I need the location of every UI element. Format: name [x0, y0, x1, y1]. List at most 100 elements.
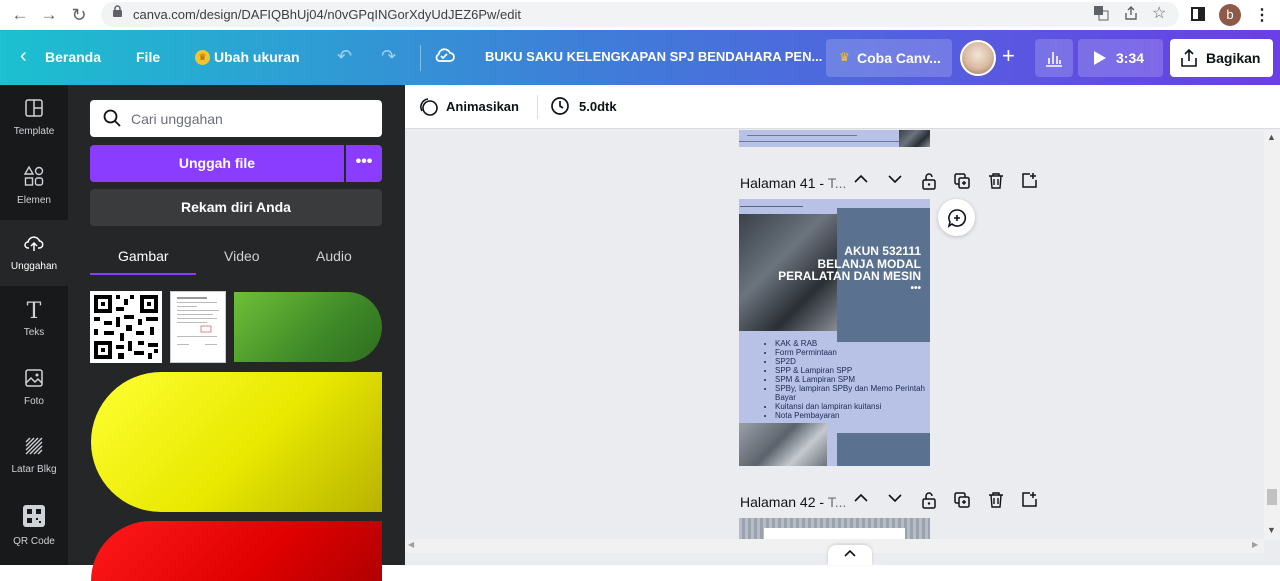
timing-button[interactable]: 5.0dtk [579, 99, 617, 114]
rail-item-qr-code[interactable]: QR Code [0, 491, 68, 557]
template-icon [0, 99, 68, 122]
forward-icon[interactable]: → [38, 4, 60, 26]
delete-page-icon[interactable] [988, 173, 1004, 193]
context-divider [537, 95, 538, 119]
page-40-preview[interactable] [739, 130, 930, 147]
upload-file-button[interactable]: Unggah file [90, 145, 344, 182]
redo-icon[interactable]: ↷ [381, 46, 396, 67]
page-42-label[interactable]: Halaman 42 - T... [740, 494, 846, 510]
move-page-down-icon[interactable] [887, 490, 903, 510]
lock-page-icon[interactable] [921, 172, 937, 194]
show-pages-toggle[interactable] [828, 545, 872, 565]
page-40-line [747, 135, 857, 136]
lock-icon [112, 5, 123, 21]
add-collaborator-icon[interactable]: + [1002, 43, 1015, 69]
scrollbar-thumb[interactable] [1267, 489, 1277, 505]
rail-label: Foto [23, 396, 44, 407]
rail-item-text[interactable]: T Teks [0, 287, 68, 353]
list-item: KAK & RAB [775, 339, 925, 348]
tab-audio[interactable]: Audio [316, 248, 352, 264]
upload-thumbnail-green-shape[interactable] [234, 292, 382, 362]
search-icon [103, 109, 121, 127]
home-link[interactable]: Beranda [45, 49, 101, 65]
cloud-saved-icon[interactable] [433, 45, 455, 68]
duplicate-page-icon[interactable] [954, 492, 970, 512]
rail-item-photos[interactable]: Foto [0, 355, 68, 421]
add-page-icon[interactable] [1021, 491, 1037, 511]
upload-thumbnail-red-shape[interactable] [91, 521, 382, 581]
add-page-icon[interactable] [1021, 172, 1037, 192]
page-41-title: AKUN 532111 BELANJA MODAL PERALATAN DAN … [739, 245, 921, 294]
move-page-up-icon[interactable] [853, 490, 869, 510]
page-40-photo [899, 130, 930, 147]
side-panel-icon[interactable] [1191, 7, 1205, 21]
lock-page-icon[interactable] [921, 491, 937, 513]
upload-thumbnail-document[interactable] [170, 291, 226, 363]
upload-thumbnail-qr[interactable] [90, 291, 162, 363]
share-label: Bagikan [1206, 50, 1261, 66]
chevron-left-icon[interactable]: ‹ [20, 45, 27, 68]
page-41-checklist: KAK & RAB Form Permintaan SP2D SPP & Lam… [775, 339, 925, 420]
upload-icon [0, 234, 68, 257]
back-icon[interactable]: ← [9, 4, 31, 26]
resize-button[interactable]: Ubah ukuran [214, 49, 300, 65]
animate-button[interactable]: Animasikan [446, 99, 519, 114]
present-duration: 3:34 [1116, 50, 1145, 66]
share-button[interactable]: Bagikan [1170, 39, 1273, 77]
rail-item-template[interactable]: Template [0, 85, 68, 151]
page-41-canvas[interactable]: AKUN 532111 BELANJA MODAL PERALATAN DAN … [739, 199, 930, 466]
background-icon [0, 437, 68, 460]
add-comment-button[interactable] [938, 199, 975, 236]
address-bar[interactable]: canva.com/design/DAFIQBhUj04/n0vGPqINGor… [101, 2, 1179, 27]
comment-add-icon [947, 209, 967, 228]
translate-icon[interactable] [1093, 5, 1109, 24]
record-yourself-button[interactable]: Rekam diri Anda [90, 189, 382, 226]
undo-icon[interactable]: ↶ [337, 46, 352, 67]
tab-video[interactable]: Video [224, 248, 260, 264]
page-42-number: Halaman 42 - [740, 494, 828, 510]
browser-menu-icon[interactable]: ⋮ [1254, 5, 1270, 25]
duplicate-page-icon[interactable] [954, 173, 970, 193]
scroll-up-arrow-icon[interactable]: ▲ [1267, 132, 1276, 142]
try-canva-pro-button[interactable]: ♛ Coba Canv... [826, 39, 952, 77]
upload-more-options-button[interactable]: ••• [346, 145, 382, 182]
scroll-down-arrow-icon[interactable]: ▼ [1267, 525, 1276, 535]
list-item: SP2D [775, 357, 925, 366]
user-avatar[interactable] [960, 40, 996, 76]
vertical-scrollbar[interactable]: ▲ ▼ [1264, 130, 1280, 540]
present-button[interactable]: 3:34 [1078, 39, 1163, 77]
scroll-left-arrow-icon[interactable]: ◀ [408, 540, 414, 549]
list-item: SPP & Lampiran SPP [775, 366, 925, 375]
move-page-up-icon[interactable] [853, 171, 869, 191]
analytics-button[interactable] [1035, 39, 1073, 77]
animate-icon [420, 98, 438, 116]
document-title[interactable]: BUKU SAKU KELENGKAPAN SPJ BENDAHARA PEN.… [485, 49, 822, 64]
page-41-label[interactable]: Halaman 41 - T... [740, 175, 846, 191]
list-item: Kuitansi dan lampiran kuitansi [775, 402, 925, 411]
reload-icon[interactable]: ↻ [68, 4, 90, 26]
rail-label: Template [13, 126, 55, 137]
try-canva-pro-label: Coba Canv... [857, 50, 941, 66]
list-item: Nota Pembayaran [775, 411, 925, 420]
search-input[interactable]: Cari unggahan [90, 100, 382, 137]
rail-item-uploads[interactable]: Unggahan [0, 220, 68, 286]
tab-images[interactable]: Gambar [118, 248, 169, 264]
share-page-icon[interactable] [1123, 5, 1139, 24]
scroll-right-arrow-icon[interactable]: ▶ [1252, 540, 1258, 549]
page-42-title-hint: T... [827, 494, 847, 510]
rail-item-background[interactable]: Latar Blkg [0, 423, 68, 489]
rail-item-elements[interactable]: Elemen [0, 152, 68, 218]
delete-page-icon[interactable] [988, 492, 1004, 512]
page-42-preview[interactable] [739, 518, 930, 539]
chevron-up-icon [844, 549, 856, 557]
rail-label: Latar Blkg [11, 464, 57, 475]
file-menu[interactable]: File [136, 49, 160, 65]
rail-label: Unggahan [10, 261, 58, 272]
play-icon [1094, 51, 1106, 65]
move-page-down-icon[interactable] [887, 171, 903, 191]
upload-thumbnail-yellow-shape[interactable] [91, 372, 382, 512]
title-line: AKUN 532111 [844, 244, 921, 258]
profile-avatar[interactable]: b [1219, 4, 1241, 26]
rail-label: QR Code [13, 536, 55, 547]
bookmark-star-icon[interactable]: ☆ [1152, 3, 1166, 23]
